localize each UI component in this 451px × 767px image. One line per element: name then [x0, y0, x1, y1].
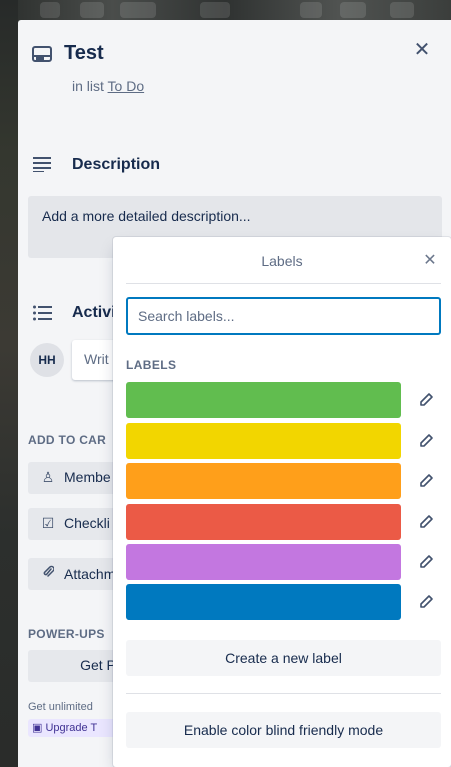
- list-link[interactable]: To Do: [108, 78, 145, 94]
- label-swatch-red[interactable]: [126, 504, 401, 540]
- label-swatch-blue[interactable]: [126, 584, 401, 620]
- board-background-top: [0, 0, 451, 20]
- avatar[interactable]: HH: [30, 343, 64, 377]
- popover-divider: [126, 283, 441, 284]
- label-row-red: [126, 504, 441, 540]
- pencil-icon[interactable]: [416, 471, 436, 491]
- pencil-icon[interactable]: [416, 592, 436, 612]
- pencil-icon[interactable]: [416, 552, 436, 572]
- description-title: Description: [72, 156, 161, 173]
- labels-heading: LABELS: [126, 358, 177, 372]
- search-labels-input[interactable]: [126, 297, 441, 335]
- upgrade-icon: ▣: [32, 722, 46, 734]
- list-prefix: in list: [72, 78, 104, 94]
- description-icon: [33, 157, 51, 172]
- popover-divider: [126, 693, 441, 694]
- checkbox-icon: ☑: [41, 515, 55, 531]
- card-list-info: in list To Do: [72, 78, 144, 94]
- power-ups-heading: POWER-UPS: [28, 627, 105, 641]
- paperclip-icon: [40, 565, 56, 582]
- attachment-button-label: Attachm: [64, 566, 116, 582]
- label-row-purple: [126, 544, 441, 580]
- upgrade-label: Upgrade T: [45, 722, 98, 734]
- card-icon: [32, 46, 52, 62]
- colorblind-mode-button[interactable]: Enable color blind friendly mode: [126, 712, 441, 748]
- label-swatch-orange[interactable]: [126, 463, 401, 499]
- label-swatch-purple[interactable]: [126, 544, 401, 580]
- label-row-green: [126, 382, 441, 418]
- create-label-button[interactable]: Create a new label: [126, 640, 441, 676]
- pencil-icon[interactable]: [416, 512, 436, 532]
- members-button-label: Membe: [64, 469, 111, 485]
- label-row-yellow: [126, 423, 441, 459]
- activity-icon: [33, 305, 52, 321]
- person-icon: ♙: [41, 469, 55, 485]
- power-ups-note: Get unlimited: [28, 701, 93, 713]
- labels-popover: Labels ✕ LABELS Create a new label Enabl…: [113, 237, 451, 767]
- pencil-icon[interactable]: [416, 431, 436, 451]
- close-icon[interactable]: ✕: [418, 249, 442, 273]
- label-row-orange: [126, 463, 441, 499]
- close-icon[interactable]: ✕: [410, 38, 434, 62]
- pencil-icon[interactable]: [416, 390, 436, 410]
- labels-popover-title: Labels: [261, 253, 303, 269]
- add-to-card-heading: ADD TO CAR: [28, 433, 107, 447]
- board-background-left: [0, 0, 18, 767]
- card-title[interactable]: Test: [64, 42, 104, 65]
- label-row-blue: [126, 584, 441, 620]
- label-swatch-yellow[interactable]: [126, 423, 401, 459]
- checklist-button-label: Checkli: [64, 515, 110, 531]
- activity-title: Activi: [72, 304, 116, 321]
- label-swatch-green[interactable]: [126, 382, 401, 418]
